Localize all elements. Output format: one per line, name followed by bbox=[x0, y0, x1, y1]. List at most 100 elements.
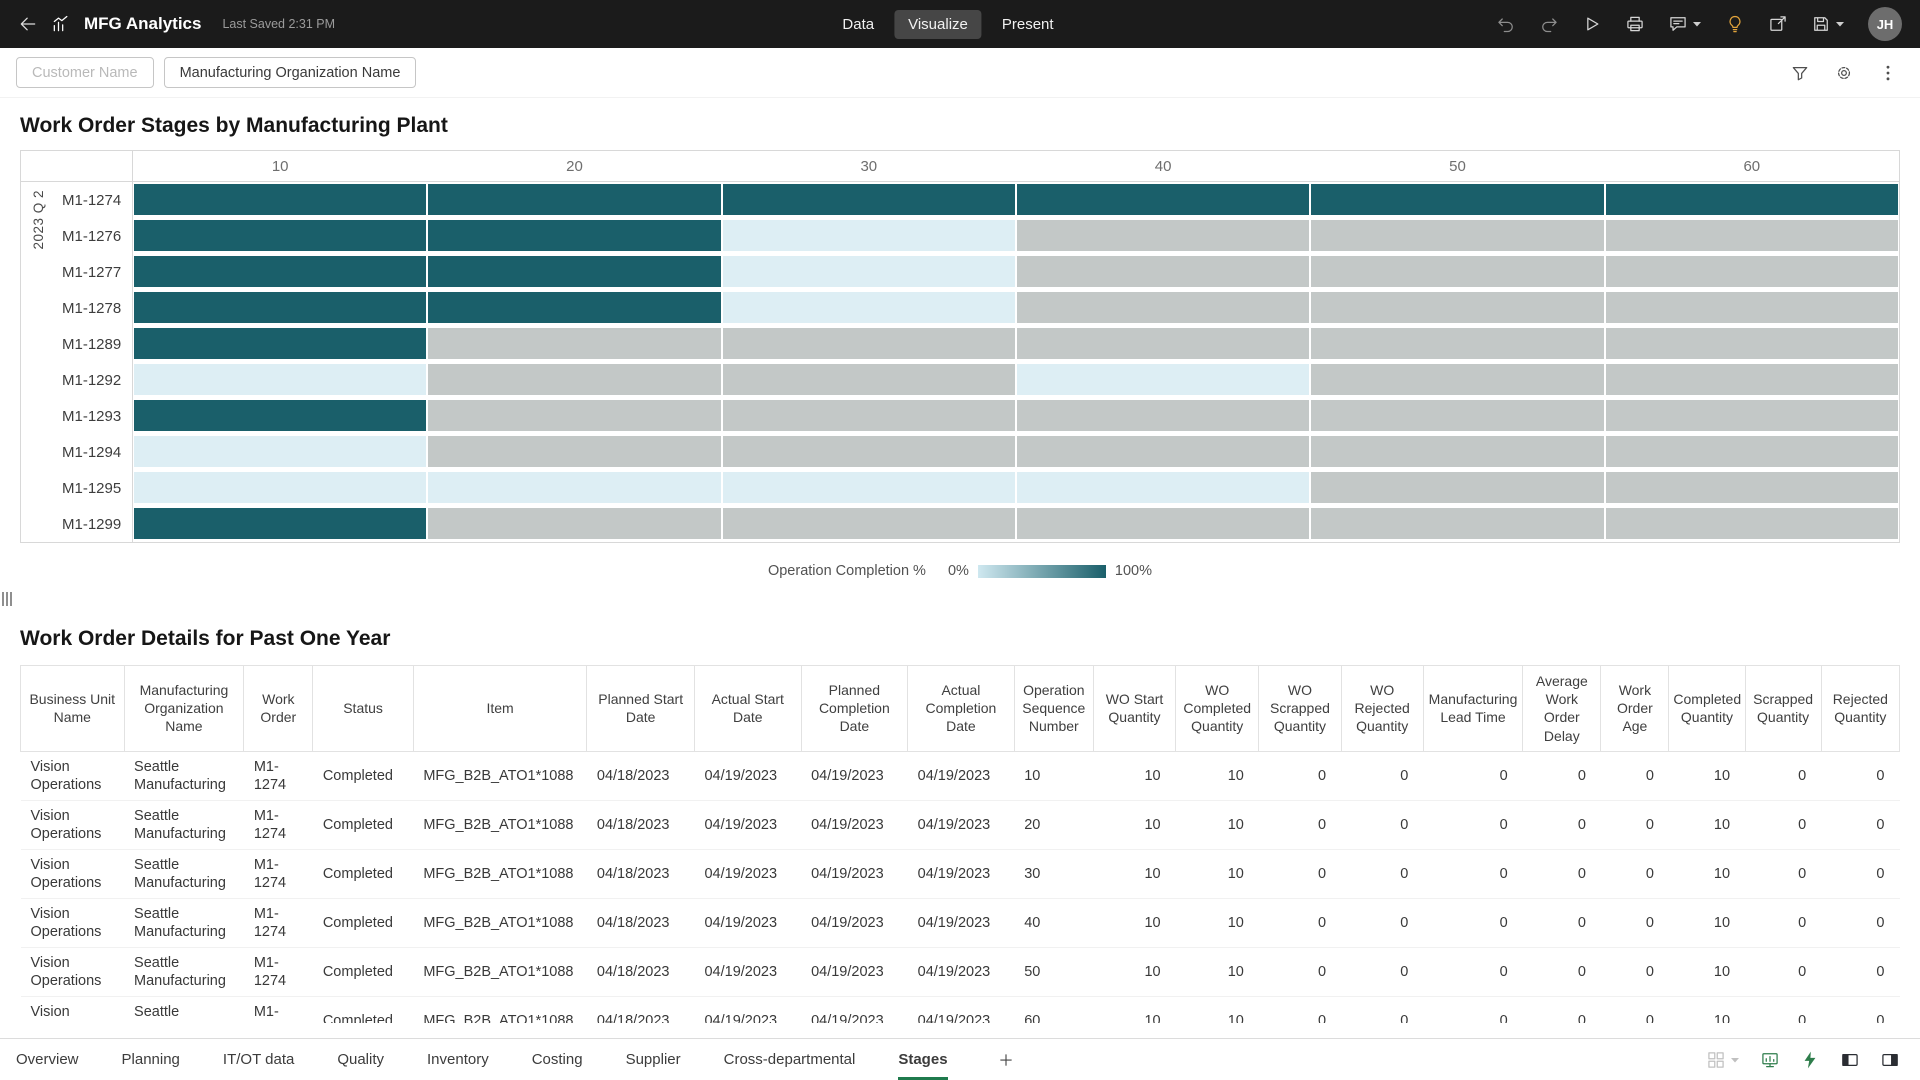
topbar-tab-data[interactable]: Data bbox=[828, 10, 888, 39]
details-column-header[interactable]: Actual Completion Date bbox=[907, 665, 1015, 752]
heatmap-cell[interactable] bbox=[427, 434, 721, 470]
heatmap-cell[interactable] bbox=[133, 506, 427, 542]
details-column-header[interactable]: Completed Quantity bbox=[1668, 665, 1746, 752]
heatmap-cell[interactable] bbox=[1310, 290, 1604, 326]
heatmap-cell[interactable] bbox=[427, 326, 721, 362]
heatmap-row-label[interactable]: M1-1295 bbox=[55, 470, 132, 506]
heatmap-cell[interactable] bbox=[427, 182, 721, 218]
heatmap-cell[interactable] bbox=[427, 506, 721, 542]
heatmap-cell[interactable] bbox=[1605, 326, 1899, 362]
details-column-header[interactable]: Planned Start Date bbox=[586, 665, 695, 752]
table-row[interactable]: Vision OperationsSeattle ManufacturingM1… bbox=[20, 947, 1900, 997]
heatmap-cell[interactable] bbox=[1310, 362, 1604, 398]
details-column-header[interactable]: WO Scrapped Quantity bbox=[1258, 665, 1342, 752]
canvas-tab-costing[interactable]: Costing bbox=[532, 1039, 583, 1080]
heatmap-cell[interactable] bbox=[1605, 398, 1899, 434]
canvas-grid-menu-button[interactable] bbox=[1706, 1050, 1740, 1070]
heatmap-cell[interactable] bbox=[427, 470, 721, 506]
heatmap-column-header[interactable]: 20 bbox=[427, 151, 721, 181]
heatmap-row-label[interactable]: M1-1274 bbox=[55, 182, 132, 218]
canvas-tab-inventory[interactable]: Inventory bbox=[427, 1039, 489, 1080]
heatmap-cell[interactable] bbox=[1016, 434, 1310, 470]
heatmap-cell[interactable] bbox=[1016, 182, 1310, 218]
heatmap-cell[interactable] bbox=[722, 398, 1016, 434]
kebab-menu-icon[interactable] bbox=[1878, 63, 1898, 83]
topbar-tab-visualize[interactable]: Visualize bbox=[894, 9, 982, 39]
preview-icon[interactable] bbox=[1582, 14, 1602, 34]
heatmap-cell[interactable] bbox=[1605, 362, 1899, 398]
table-row[interactable]: Vision OperationsSeattle ManufacturingM1… bbox=[20, 898, 1900, 948]
heatmap-cell[interactable] bbox=[133, 218, 427, 254]
details-column-header[interactable]: Actual Start Date bbox=[693, 665, 802, 752]
heatmap-row-label[interactable]: M1-1292 bbox=[55, 362, 132, 398]
filter-chip-customer-name[interactable]: Customer Name bbox=[16, 57, 154, 88]
heatmap-cell[interactable] bbox=[427, 290, 721, 326]
heatmap-cell[interactable] bbox=[1310, 470, 1604, 506]
canvas-tab-quality[interactable]: Quality bbox=[337, 1039, 384, 1080]
heatmap-cell[interactable] bbox=[133, 434, 427, 470]
details-column-header[interactable]: WO Start Quantity bbox=[1092, 665, 1177, 752]
heatmap-column-header[interactable]: 50 bbox=[1310, 151, 1604, 181]
heatmap-row-label[interactable]: M1-1293 bbox=[55, 398, 132, 434]
heatmap-cell[interactable] bbox=[427, 398, 721, 434]
details-column-header[interactable]: Rejected Quantity bbox=[1820, 665, 1900, 752]
heatmap-cell[interactable] bbox=[1605, 470, 1899, 506]
heatmap-column-header[interactable]: 30 bbox=[722, 151, 1016, 181]
heatmap-row-label[interactable]: M1-1276 bbox=[55, 218, 132, 254]
heatmap-cell[interactable] bbox=[1310, 398, 1604, 434]
heatmap-cell[interactable] bbox=[1605, 254, 1899, 290]
details-column-header[interactable]: Scrapped Quantity bbox=[1744, 665, 1822, 752]
canvas-tab-it-ot-data[interactable]: IT/OT data bbox=[223, 1039, 294, 1080]
heatmap-cell[interactable] bbox=[1605, 434, 1899, 470]
details-column-header[interactable]: Manufacturing Organization Name bbox=[123, 665, 245, 752]
heatmap-cell[interactable] bbox=[1310, 254, 1604, 290]
details-column-header[interactable]: Average Work Order Delay bbox=[1522, 665, 1602, 752]
table-row[interactable]: Vision OperationsSeattle ManufacturingM1… bbox=[20, 849, 1900, 899]
details-column-header[interactable]: Planned Completion Date bbox=[800, 665, 909, 752]
details-table-viewport[interactable]: Business Unit Name Manufacturing Organiza… bbox=[20, 665, 1900, 1023]
open-window-icon[interactable] bbox=[1768, 14, 1788, 34]
heatmap-cell[interactable] bbox=[722, 218, 1016, 254]
heatmap-cell[interactable] bbox=[133, 326, 427, 362]
heatmap-cell[interactable] bbox=[1016, 254, 1310, 290]
filter-icon[interactable] bbox=[1790, 63, 1810, 83]
heatmap-cell[interactable] bbox=[722, 362, 1016, 398]
gear-icon[interactable] bbox=[1834, 63, 1854, 83]
details-column-header[interactable]: Status bbox=[312, 665, 414, 752]
heatmap-column-header[interactable]: 40 bbox=[1016, 151, 1310, 181]
details-column-header[interactable]: Business Unit Name bbox=[20, 665, 125, 752]
heatmap-cell[interactable] bbox=[133, 362, 427, 398]
heatmap-cell[interactable] bbox=[722, 326, 1016, 362]
add-canvas-button[interactable] bbox=[997, 1051, 1015, 1069]
heatmap-cell[interactable] bbox=[722, 470, 1016, 506]
heatmap-cell[interactable] bbox=[1310, 326, 1604, 362]
heatmap-row-label[interactable]: M1-1294 bbox=[55, 434, 132, 470]
redo-icon[interactable] bbox=[1539, 14, 1559, 34]
heatmap-cell[interactable] bbox=[1016, 506, 1310, 542]
details-column-header[interactable]: Manufacturing Lead Time bbox=[1422, 665, 1524, 752]
heatmap-row-label[interactable]: M1-1277 bbox=[55, 254, 132, 290]
heatmap-cell[interactable] bbox=[1605, 290, 1899, 326]
canvas-tab-cross-departmental[interactable]: Cross-departmental bbox=[724, 1039, 856, 1080]
heatmap-cell[interactable] bbox=[427, 362, 721, 398]
heatmap-cell[interactable] bbox=[1605, 506, 1899, 542]
heatmap-cell[interactable] bbox=[133, 398, 427, 434]
heatmap-cell[interactable] bbox=[1310, 434, 1604, 470]
heatmap-cell[interactable] bbox=[1016, 362, 1310, 398]
heatmap-cell[interactable] bbox=[722, 290, 1016, 326]
heatmap-cell[interactable] bbox=[133, 290, 427, 326]
table-row[interactable]: Vision OperationsSeattle ManufacturingM1… bbox=[20, 751, 1900, 801]
auto-insights-lightning-icon[interactable] bbox=[1800, 1050, 1820, 1070]
heatmap-cell[interactable] bbox=[1605, 218, 1899, 254]
save-menu-button[interactable] bbox=[1811, 14, 1845, 34]
heatmap-cell[interactable] bbox=[722, 434, 1016, 470]
heatmap-cell[interactable] bbox=[1016, 470, 1310, 506]
details-column-header[interactable]: Work Order bbox=[243, 665, 314, 752]
heatmap-cell[interactable] bbox=[722, 506, 1016, 542]
canvas-tab-stages[interactable]: Stages bbox=[898, 1039, 948, 1080]
details-column-header[interactable]: Item bbox=[412, 665, 588, 752]
heatmap-cell[interactable] bbox=[1016, 398, 1310, 434]
details-column-header[interactable]: Operation Sequence Number bbox=[1013, 665, 1094, 752]
canvas-tab-planning[interactable]: Planning bbox=[122, 1039, 180, 1080]
back-button[interactable] bbox=[18, 14, 38, 34]
